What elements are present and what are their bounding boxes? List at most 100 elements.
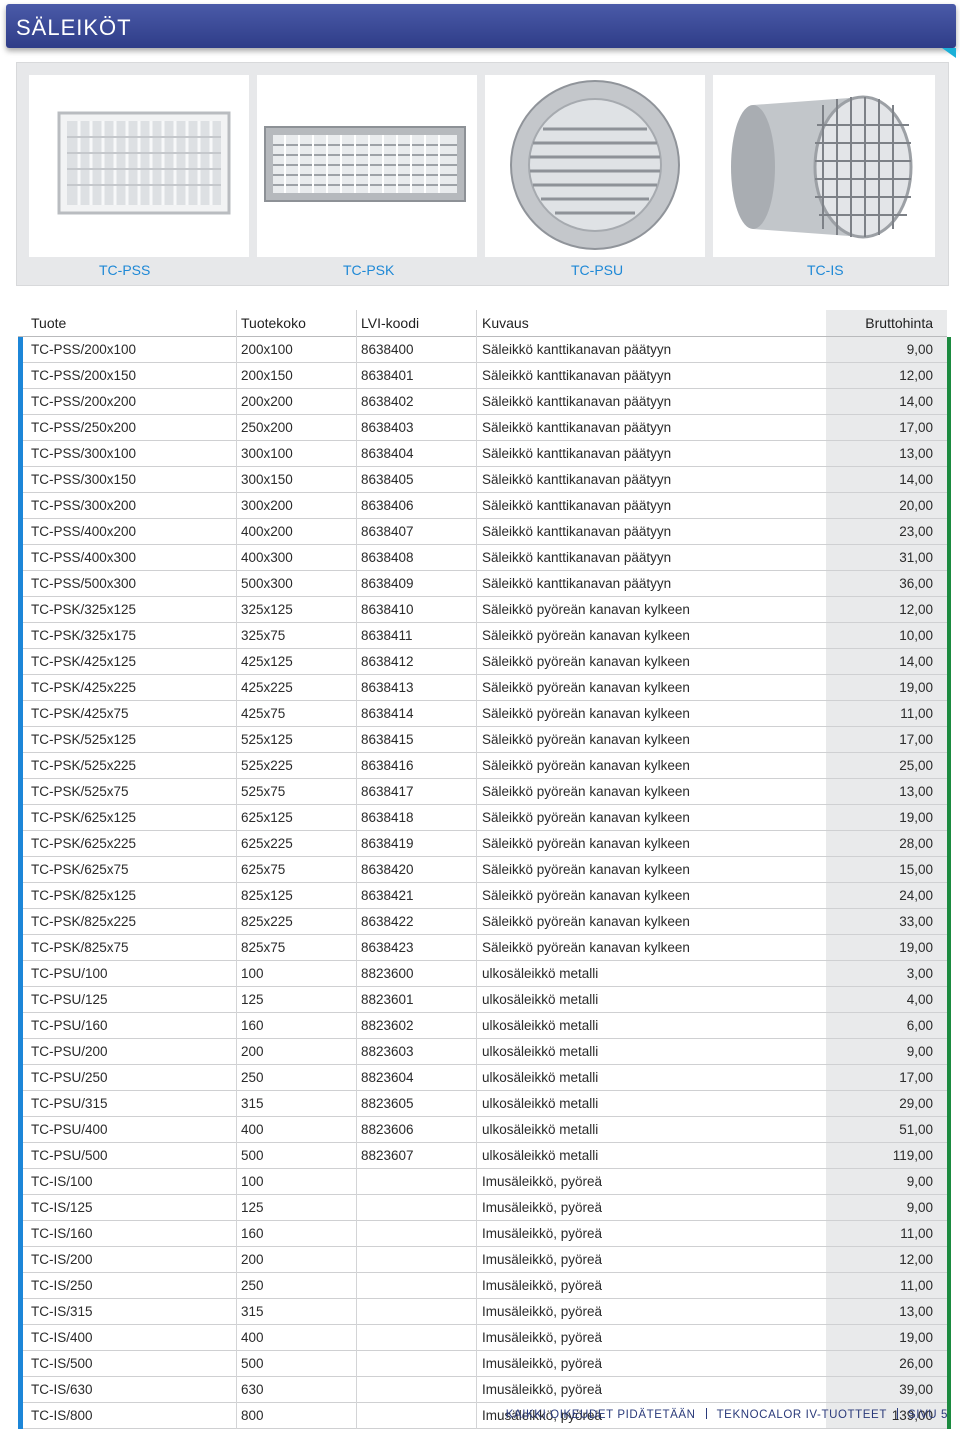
description-cell: Säleikkö pyöreän kanavan kylkeen — [482, 654, 690, 669]
table-row: TC-PSS/250x200 250x200 8638403 Säleikkö kan… — [18, 415, 951, 441]
product-cell: TC-PSK/625x75 — [31, 862, 129, 877]
page-header-banner: SÄLEIKÖT — [6, 4, 956, 48]
size-cell: 325x75 — [241, 628, 286, 643]
price-cell: 33,00 — [826, 909, 947, 934]
lvi-code-cell: 8638416 — [361, 758, 414, 773]
size-cell: 500 — [241, 1148, 264, 1163]
price-cell: 15,00 — [826, 857, 947, 882]
size-cell: 250 — [241, 1070, 264, 1085]
description-cell: Imusäleikkö, pyöreä — [482, 1304, 603, 1319]
description-cell: ulkosäleikkö metalli — [482, 1148, 599, 1163]
product-cell: TC-PSK/625x225 — [31, 836, 137, 851]
price-cell: 19,00 — [826, 935, 947, 960]
size-cell: 325x125 — [241, 602, 293, 617]
description-cell: ulkosäleikkö metalli — [482, 992, 599, 1007]
description-cell: Säleikkö pyöreän kanavan kylkeen — [482, 784, 690, 799]
table-body: TC-PSS/200x100 200x100 8638400 Säleikkö kan… — [18, 337, 951, 1429]
price-cell: 4,00 — [826, 987, 947, 1012]
lvi-code-cell: 8638412 — [361, 654, 414, 669]
description-cell: Säleikkö pyöreän kanavan kylkeen — [482, 862, 690, 877]
lvi-code-cell: 8823602 — [361, 1018, 414, 1033]
size-cell: 400x200 — [241, 524, 293, 539]
product-cell: TC-PSS/300x100 — [31, 446, 137, 461]
lvi-code-cell — [361, 1403, 476, 1428]
product-image-tc-psu — [485, 75, 705, 257]
size-cell: 125 — [241, 992, 264, 1007]
lvi-code-cell: 8638421 — [361, 888, 414, 903]
lvi-code-cell: 8638401 — [361, 368, 414, 383]
table-row: TC-IS/100 100 Imusäleikkö, pyöreä 9,00 — [18, 1169, 951, 1195]
product-cell: TC-PSS/400x200 — [31, 524, 137, 539]
price-cell: 14,00 — [826, 649, 947, 674]
table-row: TC-IS/500 500 Imusäleikkö, pyöreä 26,00 — [18, 1351, 951, 1377]
lvi-code-cell: 8823601 — [361, 992, 414, 1007]
product-image-tc-psk — [257, 75, 477, 257]
price-cell: 10,00 — [826, 623, 947, 648]
product-cell: TC-IS/160 — [31, 1226, 93, 1241]
product-label-tc-pss: TC-PSS — [99, 262, 151, 278]
product-cell: TC-PSS/200x150 — [31, 368, 137, 383]
price-cell: 51,00 — [826, 1117, 947, 1142]
price-cell: 9,00 — [826, 337, 947, 362]
description-cell: Säleikkö kanttikanavan päätyyn — [482, 576, 672, 591]
product-cell: TC-IS/400 — [31, 1330, 93, 1345]
lvi-code-cell: 8823603 — [361, 1044, 414, 1059]
table-row: TC-PSU/200 200 8823603 ulkosäleikkö metalli… — [18, 1039, 951, 1065]
description-cell: Imusäleikkö, pyöreä — [482, 1382, 603, 1397]
table-row: TC-PSK/425x125 425x125 8638412 Säleikkö pyö… — [18, 649, 951, 675]
lvi-code-cell: 8638417 — [361, 784, 414, 799]
product-photo-panel: TC-PSS TC-PSK TC-PSU TC-IS — [16, 62, 949, 286]
lvi-code-cell: 8823606 — [361, 1122, 414, 1137]
price-cell: 9,00 — [826, 1039, 947, 1064]
size-cell: 630 — [241, 1382, 264, 1397]
price-cell: 17,00 — [826, 1065, 947, 1090]
lvi-code-cell: 8638403 — [361, 420, 414, 435]
product-cell: TC-PSS/200x200 — [31, 394, 137, 409]
lvi-code-cell: 8823604 — [361, 1070, 414, 1085]
lvi-code-cell: 8638415 — [361, 732, 414, 747]
product-cell: TC-PSU/500 — [31, 1148, 108, 1163]
price-cell: 23,00 — [826, 519, 947, 544]
lvi-code-cell — [361, 1195, 476, 1220]
size-cell: 250x200 — [241, 420, 293, 435]
size-cell: 425x225 — [241, 680, 293, 695]
description-cell: ulkosäleikkö metalli — [482, 1122, 599, 1137]
product-cell: TC-PSS/500x300 — [31, 576, 137, 591]
table-row: TC-IS/630 630 Imusäleikkö, pyöreä 39,00 — [18, 1377, 951, 1403]
price-cell: 19,00 — [826, 805, 947, 830]
price-cell: 28,00 — [826, 831, 947, 856]
size-cell: 160 — [241, 1018, 264, 1033]
price-cell: 119,00 — [826, 1143, 947, 1168]
price-cell: 39,00 — [826, 1377, 947, 1402]
description-cell: Säleikkö kanttikanavan päätyyn — [482, 472, 672, 487]
lvi-code-cell: 8638414 — [361, 706, 414, 721]
page-footer: KAIKKI OIKEUDET PIDÄTETÄÄN TEKNOCALOR IV-… — [506, 1408, 948, 1421]
table-row: TC-PSU/100 100 8823600 ulkosäleikkö metalli… — [18, 961, 951, 987]
lvi-code-cell: 8638420 — [361, 862, 414, 877]
table-row: TC-IS/400 400 Imusäleikkö, pyöreä 19,00 — [18, 1325, 951, 1351]
size-cell: 825x125 — [241, 888, 293, 903]
price-cell: 13,00 — [826, 779, 947, 804]
product-cell: TC-IS/125 — [31, 1200, 93, 1215]
description-cell: Säleikkö pyöreän kanavan kylkeen — [482, 732, 690, 747]
product-cell: TC-PSS/400x300 — [31, 550, 137, 565]
page-title: SÄLEIKÖT — [16, 15, 132, 40]
table-row: TC-IS/250 250 Imusäleikkö, pyöreä 11,00 — [18, 1273, 951, 1299]
price-cell: 14,00 — [826, 389, 947, 414]
header-accent — [942, 48, 956, 58]
product-cell: TC-PSK/525x225 — [31, 758, 137, 773]
table-row: TC-PSS/200x100 200x100 8638400 Säleikkö kan… — [18, 337, 951, 363]
description-cell: Säleikkö pyöreän kanavan kylkeen — [482, 940, 690, 955]
footer-page-number: SIVU 5 — [907, 1409, 948, 1421]
product-cell: TC-PSK/525x125 — [31, 732, 137, 747]
price-cell: 19,00 — [826, 1325, 947, 1350]
column-header-description: Kuvaus — [482, 315, 529, 331]
size-cell: 315 — [241, 1304, 264, 1319]
footer-separator — [705, 1408, 707, 1419]
size-cell: 400x300 — [241, 550, 293, 565]
product-cell: TC-PSU/100 — [31, 966, 108, 981]
table-row: TC-PSK/625x225 625x225 8638419 Säleikkö pyö… — [18, 831, 951, 857]
price-cell: 25,00 — [826, 753, 947, 778]
product-cell: TC-IS/200 — [31, 1252, 93, 1267]
size-cell: 625x75 — [241, 862, 286, 877]
